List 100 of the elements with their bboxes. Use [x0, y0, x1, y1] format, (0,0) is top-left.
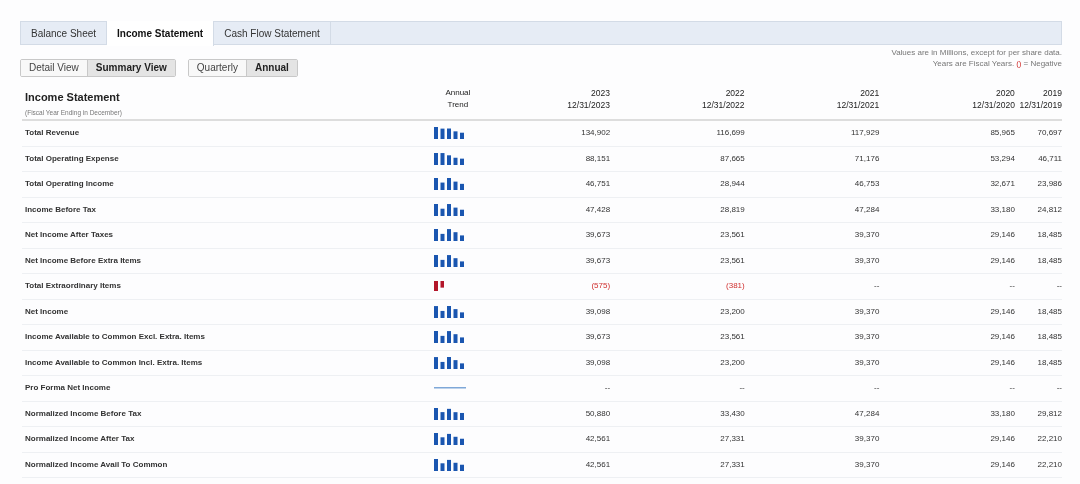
table-cell: 42,561: [585, 458, 611, 471]
table-cell: 33,180: [990, 407, 1015, 420]
table-cell: 29,146: [990, 458, 1015, 471]
table-cell: 39,673: [585, 331, 611, 344]
bar-trend-icon: [433, 229, 464, 242]
negative-bar-trend-icon: [433, 281, 445, 292]
table-cell: 33,180: [990, 203, 1015, 216]
table-cell: --: [1009, 382, 1015, 395]
table-cell: 29,146: [990, 356, 1015, 369]
row-label: Net Income Before Extra Items: [24, 254, 143, 267]
table-cell: 70,697: [1037, 127, 1062, 140]
period-toggle-button[interactable]: Annual: [245, 60, 297, 76]
table-cell: 39,673: [585, 254, 611, 267]
table-cell: 29,146: [990, 254, 1015, 267]
table-cell: 46,751: [585, 178, 611, 191]
table-cell: 18,485: [1037, 229, 1062, 242]
table-cell: (381): [726, 280, 745, 293]
table-cell: 23,561: [720, 229, 745, 242]
table-cell: 46,711: [1038, 152, 1062, 165]
table-cell: --: [1009, 280, 1015, 293]
table-cell: 42,561: [585, 433, 611, 446]
tab[interactable]: Income Statement: [107, 21, 215, 46]
row-label: Normalized Income Before Tax: [24, 407, 143, 420]
column-year: 2022: [725, 87, 745, 99]
table-cell: --: [1056, 280, 1062, 293]
table-cell: 87,665: [720, 152, 745, 165]
table-cell: 39,370: [854, 458, 880, 471]
table-cell: 47,284: [854, 407, 880, 420]
table-cell: 39,370: [854, 356, 880, 369]
table-cell: 88,151: [585, 152, 611, 165]
table-cell: 39,370: [854, 305, 880, 318]
row-label: Normalized Income After Tax: [24, 433, 136, 446]
table-cell: --: [739, 382, 745, 395]
column-date: 12/31/2021: [836, 99, 880, 111]
table-cell: 33,430: [720, 407, 745, 420]
row-label: Income Available to Common Excl. Extra. Items: [24, 331, 206, 344]
fiscal-years-note: Years are Fiscal Years.: [932, 58, 1015, 69]
table-cell: 47,428: [585, 203, 611, 216]
row-label: Total Operating Income: [24, 178, 115, 191]
row-label: Income Available to Common Incl. Extra. Items: [24, 356, 204, 369]
table-cell: 23,986: [1037, 178, 1062, 191]
table-cell: 24,812: [1037, 203, 1062, 216]
units-note: Values are in Millions, except for per share data.: [891, 47, 1062, 58]
table-cell: 18,485: [1037, 254, 1062, 267]
view-toggle-button[interactable]: Detail View: [21, 60, 87, 76]
table-cell: 39,370: [854, 433, 880, 446]
bar-trend-icon: [433, 178, 464, 191]
column-year: 2020: [995, 87, 1015, 99]
column-heading: Trend: [447, 99, 469, 111]
table-cell: --: [874, 280, 880, 293]
table-cell: 28,819: [720, 203, 745, 216]
view-toggle-button[interactable]: Summary View: [86, 60, 175, 76]
negative-note: = Negative: [1023, 58, 1062, 69]
table-cell: 116,699: [716, 127, 745, 140]
table-cell: 39,673: [585, 229, 611, 242]
table-cell: 117,929: [851, 127, 880, 140]
table-cell: 23,200: [720, 356, 745, 369]
row-label: Pro Forma Net Income: [24, 382, 112, 395]
negative-mark: (): [1016, 58, 1022, 69]
table-cell: 18,485: [1037, 331, 1062, 344]
row-label: Total Revenue: [24, 127, 81, 140]
table-cell: 29,146: [990, 305, 1015, 318]
column-date: 12/31/2023: [567, 99, 610, 111]
table-cell: 85,965: [990, 127, 1015, 140]
table-cell: 53,294: [990, 152, 1015, 165]
period-toggle-button[interactable]: Quarterly: [188, 60, 246, 76]
table-cell: 134,902: [581, 127, 611, 140]
table-cell: 23,561: [720, 254, 745, 267]
table-cell: 22,210: [1037, 458, 1062, 471]
table-cell: 18,485: [1037, 305, 1062, 318]
column-date: 12/31/2022: [702, 99, 745, 111]
table-cell: --: [874, 382, 880, 395]
table-cell: --: [604, 382, 611, 395]
table-cell: 23,200: [720, 305, 745, 318]
bar-trend-icon: [433, 458, 464, 471]
row-label: Net Income: [24, 305, 70, 318]
table-cell: 22,210: [1037, 433, 1062, 446]
column-date: 12/31/2020: [972, 99, 1015, 111]
table-cell: 29,146: [990, 331, 1015, 344]
table-cell: 46,753: [854, 178, 880, 191]
bar-trend-icon: [433, 407, 464, 420]
table-cell: 50,880: [585, 407, 611, 420]
bar-trend-icon: [433, 152, 464, 165]
table-cell: 71,176: [854, 152, 880, 165]
table-cell: 29,812: [1037, 407, 1062, 420]
table-cell: 29,146: [990, 229, 1015, 242]
row-label: Total Operating Expense: [24, 152, 120, 165]
bar-trend-icon: [433, 356, 464, 369]
column-year: 2023: [590, 87, 610, 99]
bar-trend-icon: [433, 127, 464, 140]
table-cell: --: [1056, 382, 1062, 395]
column-year: 2019: [1043, 87, 1062, 99]
row-label: Income Before Tax: [24, 203, 97, 216]
table-title: Income Statement: [25, 90, 121, 105]
bar-trend-icon: [433, 254, 464, 267]
bar-trend-icon: [433, 305, 464, 318]
table-cell: 39,370: [854, 254, 880, 267]
table-cell: 39,098: [585, 356, 611, 369]
table-cell: 47,284: [854, 203, 880, 216]
bar-trend-icon: [433, 331, 464, 344]
